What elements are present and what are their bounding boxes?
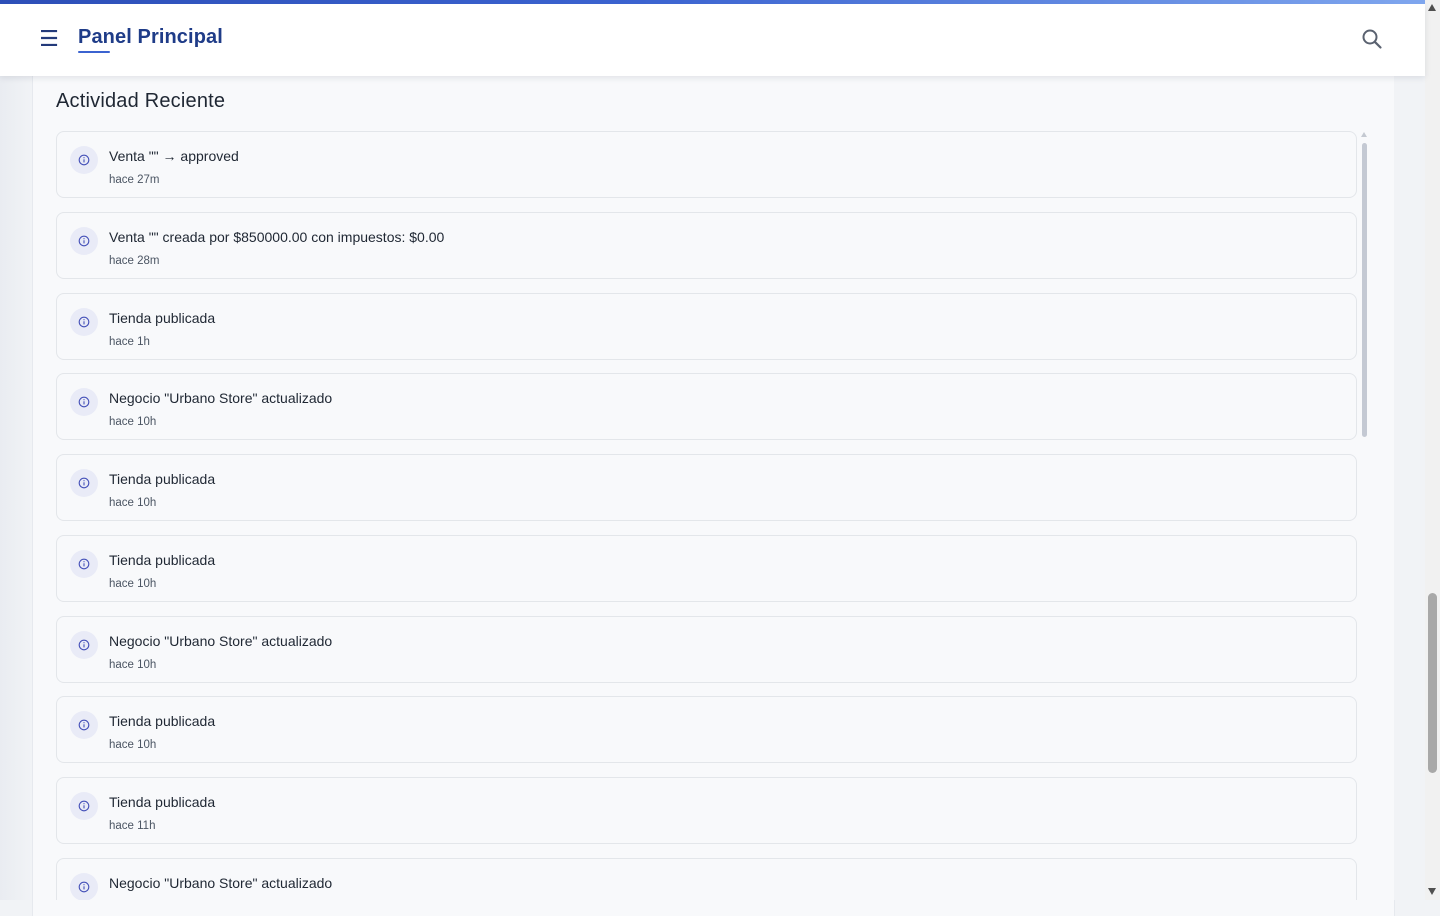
activity-text: Negocio "Urbano Store" actualizado bbox=[109, 390, 333, 406]
activity-text: Negocio "Urbano Store" actualizado bbox=[109, 633, 333, 649]
activity-text: Tienda publicada bbox=[109, 552, 216, 568]
info-icon bbox=[70, 388, 98, 416]
activity-item: Venta "" creada por $850000.00 con impue… bbox=[56, 212, 1357, 279]
info-icon bbox=[70, 308, 98, 336]
search-icon[interactable] bbox=[1361, 28, 1383, 50]
activity-time: hace 10h bbox=[109, 497, 157, 509]
activity-text: Venta "" → approved bbox=[109, 148, 239, 164]
activity-text: Tienda publicada bbox=[109, 713, 216, 729]
activity-time: hace 28m bbox=[109, 255, 160, 267]
activity-text: Tienda publicada bbox=[109, 471, 216, 487]
info-icon bbox=[70, 711, 98, 739]
activity-time: hace 10h bbox=[109, 578, 157, 590]
activity-item: Tienda publicada hace 10h bbox=[56, 696, 1357, 763]
content-gutter bbox=[1394, 76, 1425, 900]
activity-item: Venta "" → approved hace 27m bbox=[56, 131, 1357, 198]
activity-time: hace 10h bbox=[109, 739, 157, 751]
scroll-down-arrow-icon[interactable] bbox=[1428, 888, 1436, 895]
activity-list-scrollbar[interactable] bbox=[1360, 132, 1368, 442]
scroll-up-arrow-icon[interactable] bbox=[1428, 4, 1436, 11]
info-icon bbox=[70, 792, 98, 820]
section-title: Actividad Reciente bbox=[56, 90, 226, 112]
title-underline bbox=[78, 51, 110, 53]
activity-text: Negocio "Urbano Store" actualizado bbox=[109, 875, 333, 891]
activity-text: Tienda publicada bbox=[109, 794, 216, 810]
activity-list[interactable]: Venta "" → approved hace 27m Venta "" cr… bbox=[56, 131, 1359, 900]
activity-item: Tienda publicada hace 11h bbox=[56, 777, 1357, 844]
info-icon bbox=[70, 227, 98, 255]
activity-text: Tienda publicada bbox=[109, 310, 216, 326]
activity-item: Tienda publicada hace 1h bbox=[56, 293, 1357, 360]
activity-time: hace 10h bbox=[109, 659, 157, 671]
sidebar-collapsed-strip bbox=[0, 76, 32, 900]
activity-item: Negocio "Urbano Store" actualizado hace … bbox=[56, 616, 1357, 683]
info-icon bbox=[70, 631, 98, 659]
info-icon bbox=[70, 550, 98, 578]
app-header: ☰ Panel Principal bbox=[0, 4, 1425, 76]
top-accent-bar bbox=[0, 0, 1425, 4]
info-icon bbox=[70, 469, 98, 497]
activity-list-scroll-thumb[interactable] bbox=[1362, 143, 1367, 437]
activity-time: hace 27m bbox=[109, 174, 160, 186]
scroll-up-arrow-icon[interactable] bbox=[1361, 132, 1367, 137]
activity-time: hace 11h bbox=[109, 820, 156, 832]
activity-time: hace 10h bbox=[109, 416, 157, 428]
activity-item: Tienda publicada hace 10h bbox=[56, 454, 1357, 521]
activity-item: Negocio "Urbano Store" actualizado hace … bbox=[56, 373, 1357, 440]
page-scroll-thumb[interactable] bbox=[1428, 593, 1437, 773]
activity-item: Negocio "Urbano Store" actualizado bbox=[56, 858, 1357, 900]
activity-text: Venta "" creada por $850000.00 con impue… bbox=[109, 229, 445, 245]
activity-time: hace 1h bbox=[109, 336, 150, 348]
page-title: Panel Principal bbox=[78, 26, 223, 48]
info-icon bbox=[70, 873, 98, 900]
page-scrollbar[interactable] bbox=[1425, 0, 1440, 900]
info-icon bbox=[70, 146, 98, 174]
hamburger-menu-icon[interactable]: ☰ bbox=[38, 28, 60, 50]
activity-item: Tienda publicada hace 10h bbox=[56, 535, 1357, 602]
